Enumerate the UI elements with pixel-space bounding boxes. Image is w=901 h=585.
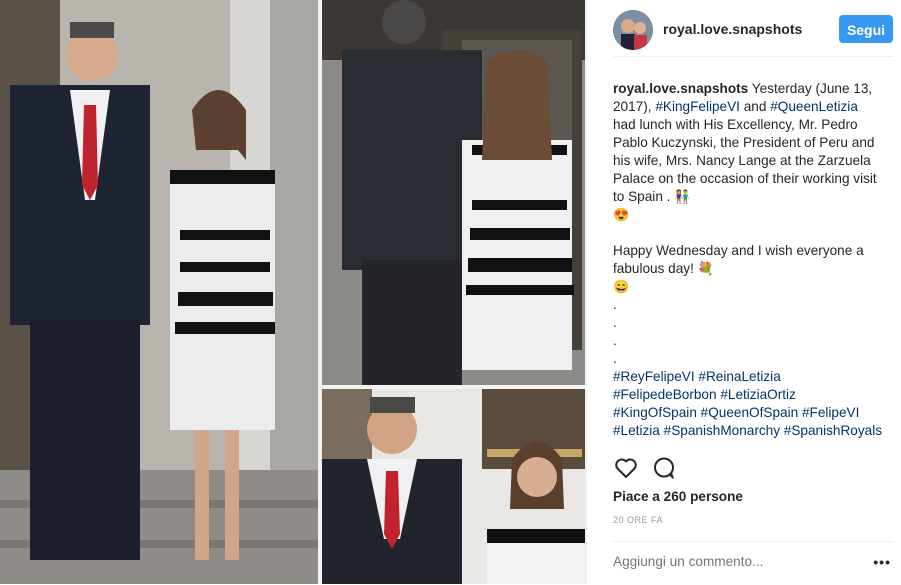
photo-couple-portrait xyxy=(322,389,585,584)
hashtag-row: #FelipedeBorbon #LetiziaOrtiz xyxy=(613,386,883,404)
caption-dot: . xyxy=(613,351,617,366)
photo-couple-back-view xyxy=(322,0,585,385)
username-link[interactable]: royal.love.snapshots xyxy=(663,21,802,37)
hashtag-link[interactable]: #FelipeVI xyxy=(802,405,859,420)
avatar[interactable] xyxy=(613,10,653,50)
caption-dot: . xyxy=(613,297,617,312)
caption-author-link[interactable]: royal.love.snapshots xyxy=(613,81,748,96)
post-sidebar: royal.love.snapshots Segui royal.love.sn… xyxy=(597,0,901,584)
hashtag-link[interactable]: #QueenOfSpain xyxy=(701,405,799,420)
post-timestamp[interactable]: 20 ORE FA xyxy=(613,515,663,525)
more-options-icon[interactable]: ••• xyxy=(873,554,891,570)
hashtag-link[interactable]: #SpanishRoyals xyxy=(784,423,882,438)
hashtag-link[interactable]: #QueenLetizia xyxy=(770,99,858,114)
hashtag-link[interactable]: #KingOfSpain xyxy=(613,405,697,420)
hashtag-link[interactable]: #Letizia xyxy=(613,423,660,438)
hashtag-row: #KingOfSpain #QueenOfSpain #FelipeVI xyxy=(613,404,883,422)
post-header: royal.love.snapshots Segui xyxy=(613,8,893,57)
comment-input[interactable] xyxy=(613,554,853,569)
heart-icon[interactable] xyxy=(613,455,639,481)
caption-text: and xyxy=(743,99,767,114)
comment-icon[interactable] xyxy=(651,455,677,481)
post-caption: royal.love.snapshots Yesterday (June 13,… xyxy=(613,80,883,440)
hashtag-link[interactable]: #SpanishMonarchy xyxy=(664,423,780,438)
heart-eyes-emoji: 😍 xyxy=(613,207,630,222)
photo-couple-walking xyxy=(0,0,318,584)
hashtag-link[interactable]: #KingFelipeVI xyxy=(655,99,740,114)
caption-text: had lunch with His Excellency, Mr. Pedro… xyxy=(613,117,877,204)
hashtag-link[interactable]: #FelipedeBorbon xyxy=(613,387,717,402)
post-photo-collage xyxy=(0,0,587,584)
hashtag-link[interactable]: #ReyFelipeVI xyxy=(613,369,695,384)
hashtag-link[interactable]: #LetiziaOrtiz xyxy=(720,387,796,402)
hashtag-link[interactable]: #ReinaLetizia xyxy=(698,369,780,384)
post-actions xyxy=(613,455,883,481)
smile-emoji: 😄 xyxy=(613,279,630,294)
likes-count-link[interactable]: Piace a 260 persone xyxy=(613,489,743,504)
couple-emoji: 👫 xyxy=(674,189,691,204)
follow-button[interactable]: Segui xyxy=(839,15,893,43)
comment-form: ••• xyxy=(613,541,893,585)
caption-text: Happy Wednesday and I wish everyone a fa… xyxy=(613,243,864,276)
bouquet-emoji: 💐 xyxy=(697,261,714,276)
hashtag-row: #ReyFelipeVI #ReinaLetizia xyxy=(613,368,883,386)
caption-dot: . xyxy=(613,315,617,330)
caption-dot: . xyxy=(613,333,617,348)
hashtag-row: #Letizia #SpanishMonarchy #SpanishRoyals xyxy=(613,422,883,440)
